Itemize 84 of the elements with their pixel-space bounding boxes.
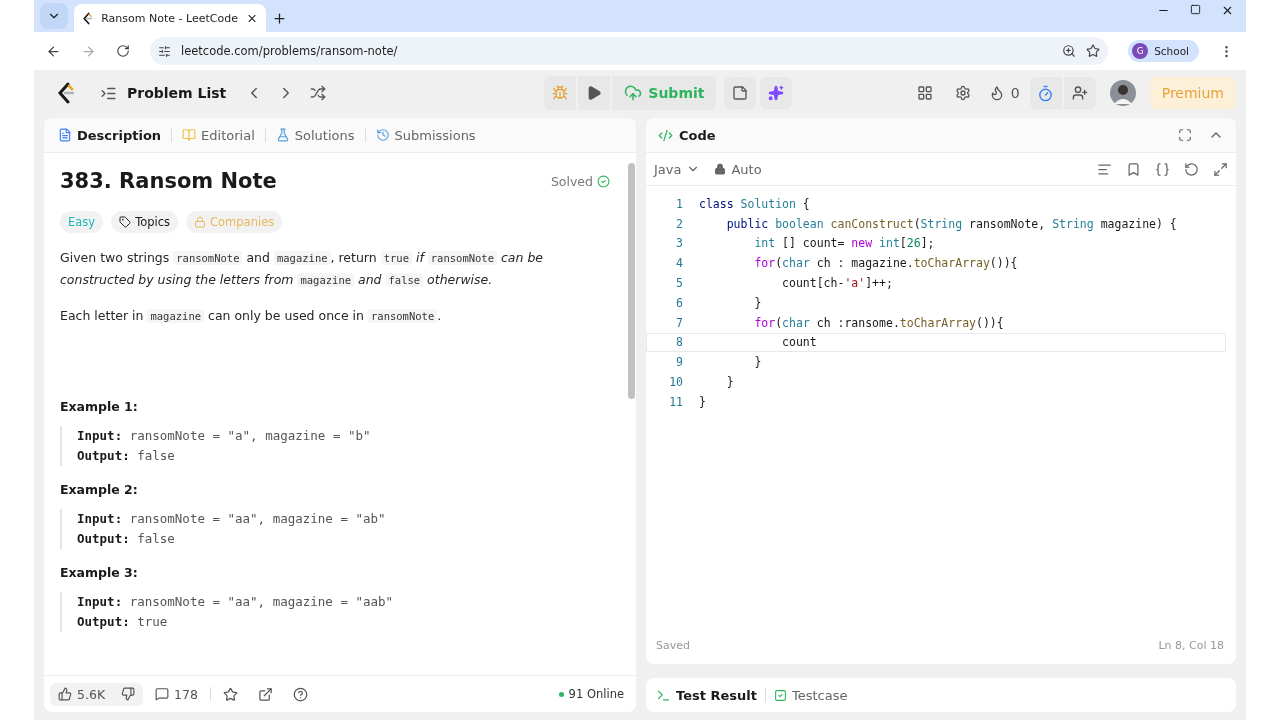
panel-tab[interactable]: Submissions xyxy=(369,127,482,143)
code-line: 10 } xyxy=(668,374,735,392)
leetcode-logo-icon xyxy=(82,11,94,25)
leetcode-logo-icon[interactable] xyxy=(56,82,76,104)
description-paragraph: Given two strings ransomNote and magazine , return true if ransomNote can be constructed by using the letters from magazine and false otherwise. xyxy=(60,249,545,289)
checkbox-icon xyxy=(773,688,787,702)
inline-code: false xyxy=(385,273,424,287)
code-icon xyxy=(658,127,673,143)
code-line: 2 public boolean canConstruct(String ransomNote, String magazine) { xyxy=(675,215,1178,233)
comment-icon xyxy=(155,687,170,701)
example-title: Example 1: xyxy=(60,399,139,414)
book-icon xyxy=(182,128,197,142)
inline-code: ransomNote xyxy=(427,251,497,265)
run-icon[interactable] xyxy=(578,76,611,110)
thumbs-up-icon xyxy=(58,687,72,701)
code-line: 1 class Solution { xyxy=(675,195,811,213)
streak-button[interactable]: 0 xyxy=(984,77,1024,109)
inline-code: magazine xyxy=(147,309,205,323)
doc-icon xyxy=(58,128,72,142)
code-line: 6 } xyxy=(675,294,763,312)
code-line: 4 for(char ch : magazine.toCharArray()){ xyxy=(675,255,1019,273)
inline-code: ransomNote xyxy=(173,251,243,265)
panel-tab[interactable]: Description xyxy=(52,127,168,143)
check-circle-icon xyxy=(597,174,610,188)
description-paragraph: Each letter in magazine can only be used once in ransomNote . xyxy=(60,307,443,325)
expand-icon[interactable] xyxy=(1213,161,1228,177)
profile-button[interactable]: G School xyxy=(1128,40,1199,62)
problem-title: 383. Ransom Note xyxy=(60,169,277,193)
reload-icon[interactable] xyxy=(116,44,130,58)
comments-button[interactable]: 178 xyxy=(147,682,206,706)
inline-code: magazine xyxy=(273,251,331,265)
tag-icon xyxy=(119,216,132,228)
example-box: Input: ransomNote = "aa", magazine = "aab" Output: true xyxy=(60,592,610,632)
fullscreen-icon[interactable] xyxy=(1178,128,1192,142)
site-settings-icon[interactable] xyxy=(158,44,171,58)
panel-tab[interactable]: Testcase xyxy=(773,687,848,703)
code-line: 9 } xyxy=(675,354,763,372)
difficulty-tag: Easy xyxy=(60,211,104,233)
code-line: 7 for(char ch :ransome.toCharArray()){ xyxy=(675,314,1005,332)
close-window-icon[interactable] xyxy=(1221,4,1234,17)
panel-tab[interactable]: Editorial xyxy=(176,127,261,143)
panel-title: Code xyxy=(679,127,717,143)
lock-icon xyxy=(194,216,207,228)
address-bar[interactable]: leetcode.com/problems/ransom-note/ xyxy=(150,37,1109,65)
language-select[interactable]: Java xyxy=(654,161,701,177)
inline-code: ransomNote xyxy=(368,309,438,323)
maximize-icon[interactable] xyxy=(1190,4,1201,15)
note-icon[interactable] xyxy=(724,77,757,109)
panel-tab[interactable]: Solutions xyxy=(269,127,361,143)
browser-tab[interactable]: Ransom Note - LeetCode xyxy=(74,4,266,32)
code-line: 11 } xyxy=(668,393,707,411)
inline-code: true xyxy=(380,251,412,265)
new-tab-icon[interactable] xyxy=(272,10,287,26)
auto-mode-button[interactable]: Auto xyxy=(714,161,762,177)
panel-tab[interactable]: Test Result xyxy=(656,687,757,703)
cloud-upload-icon xyxy=(624,84,643,102)
timer-icon[interactable] xyxy=(1029,77,1062,109)
cursor-position: Ln 8, Col 18 xyxy=(1158,638,1224,652)
add-user-icon[interactable] xyxy=(1063,77,1096,109)
braces-icon[interactable] xyxy=(1155,161,1170,177)
avatar-icon[interactable] xyxy=(1109,80,1136,106)
code-line: 5 count[ch-'a']++; xyxy=(675,275,894,293)
example-title: Example 2: xyxy=(60,482,139,497)
bookmark-star-icon[interactable] xyxy=(1086,44,1101,58)
history-icon xyxy=(375,128,390,142)
back-icon[interactable] xyxy=(46,43,61,59)
flask-icon xyxy=(275,128,290,142)
solved-status: Solved xyxy=(550,173,593,189)
topics-tag[interactable]: Topics xyxy=(111,211,179,233)
bookmark-icon[interactable] xyxy=(1126,161,1141,177)
save-status: Saved xyxy=(656,638,690,652)
example-box: Input: ransomNote = "a", magazine = "b" Output: false xyxy=(60,426,610,466)
online-count: 91 Online xyxy=(558,687,630,701)
lock-icon xyxy=(714,163,727,175)
problem-list-button[interactable]: Problem List xyxy=(100,84,227,102)
reset-icon[interactable] xyxy=(1184,161,1199,177)
format-icon[interactable] xyxy=(1097,161,1112,177)
terminal-icon xyxy=(656,687,671,703)
example-title: Example 3: xyxy=(60,565,139,580)
inline-code: magazine xyxy=(297,273,355,287)
example-box: Input: ransomNote = "aa", magazine = "ab" Output: false xyxy=(60,509,610,549)
code-line: 3 int [] count= new int[26]; xyxy=(675,235,936,253)
zoom-icon[interactable] xyxy=(1062,44,1077,58)
sparkles-icon[interactable] xyxy=(760,77,793,109)
